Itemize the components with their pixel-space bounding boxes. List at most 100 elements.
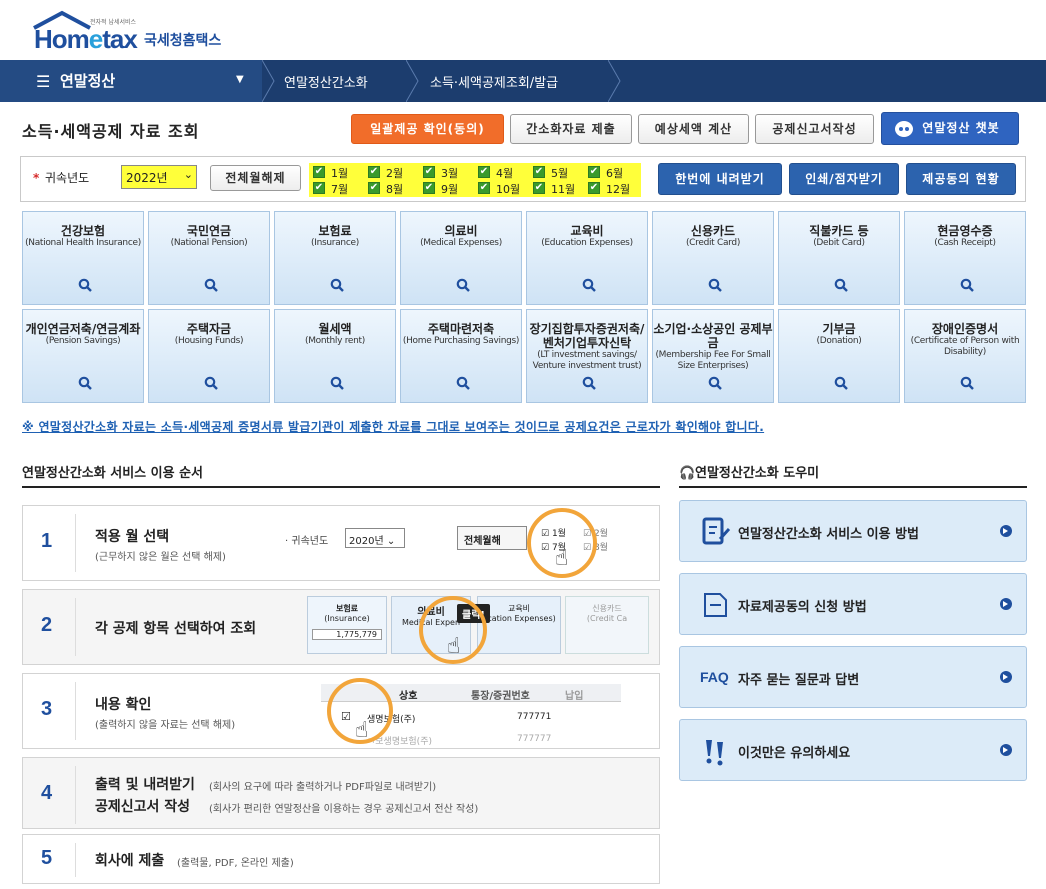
breadcrumb-deduction-query[interactable]: 소득·세액공제조회/발급 [430, 72, 558, 91]
print-braille-button[interactable]: 인쇄/점자받기 [789, 163, 899, 195]
breadcrumb-separator-icon [406, 60, 419, 102]
step-3: 3 내용 확인 (출력하지 않을 자료는 선택 해제) 상호 통장/증권번호 납… [22, 673, 660, 749]
helper-cautions[interactable]: 이것만은 유의하세요 [679, 719, 1027, 781]
illus-cat-title: 보험료 [335, 604, 359, 613]
exclamation-icon [706, 740, 723, 766]
category-tile[interactable]: 보험료 (Insurance) [274, 211, 396, 305]
bullet-icon: · [285, 536, 289, 547]
category-tile[interactable]: 건강보험 (National Health Insurance) [22, 211, 144, 305]
consent-status-button[interactable]: 제공동의 현황 [906, 163, 1016, 195]
arrow-right-circle-icon [1000, 671, 1012, 683]
category-tile[interactable]: 장애인증명서 (Certificate of Person with Disabi… [904, 309, 1026, 403]
helper-label: 연말정산간소화 서비스 이용 방법 [738, 527, 920, 542]
illus-row-account: 777771 [517, 712, 552, 722]
submit-simplified-button[interactable]: 간소화자료 제출 [510, 114, 632, 144]
illus-col-paid: 납입 [565, 691, 584, 702]
helper-title: 🎧연말정산간소화 도우미 [679, 462, 819, 481]
checkbox-checked-icon: ✔ [368, 182, 380, 194]
month-checkbox[interactable]: ✔ 12월 [584, 180, 638, 196]
month-label: 9월 [441, 183, 459, 196]
page-title: 소득·세액공제 자료 조회 [22, 122, 200, 141]
deduction-report-button[interactable]: 공제신고서작성 [755, 114, 874, 144]
month-checkbox[interactable]: ✔ 9월 [419, 180, 473, 196]
category-tile[interactable]: 주택마련저축 (Home Purchasing Savings) [400, 309, 522, 403]
category-subtitle: (Donation) [816, 336, 862, 346]
helper-usage-guide[interactable]: 연말정산간소화 서비스 이용 방법 [679, 500, 1027, 562]
category-tile[interactable]: 신용카드 (Credit Card) [652, 211, 774, 305]
hometax-logo[interactable]: 전자적 납세서비스 Hometax 국세청홈택스 [32, 10, 232, 54]
breadcrumb-separator-icon [262, 60, 275, 102]
step-title: 회사에 제출 [95, 853, 165, 869]
step-subtitle: (근무하지 않은 월은 선택 해제) [95, 552, 226, 563]
year-select[interactable]: 2022년 ⌄ [121, 165, 197, 189]
illus-year-label: · 귀속년도 [285, 532, 328, 547]
notice-text[interactable]: ※ 연말정산간소화 자료는 소득·세액공제 증명서류 발급기관이 제출한 자료를… [22, 418, 764, 435]
chatbot-button[interactable]: 연말정산 챗봇 [881, 112, 1019, 145]
month-checkbox[interactable]: ✔ 3월 [419, 164, 473, 180]
illus-cat-title: 교육비 [507, 604, 531, 613]
arrow-right-circle-icon [1000, 744, 1012, 756]
illus-row-account: 777777 [517, 734, 552, 744]
illus-cat-en: (Credit Ca [586, 614, 628, 623]
month-checkbox[interactable]: ✔ 5월 [529, 164, 583, 180]
menu-dropdown[interactable]: ☰ 연말정산 ▼ [0, 60, 262, 102]
category-tile[interactable]: 개인연금저축/연금계좌 (Pension Savings) [22, 309, 144, 403]
illus-cat-title: 신용카드 [592, 604, 622, 613]
category-subtitle: (Monthly rent) [305, 336, 365, 346]
breadcrumb-separator-icon [608, 60, 621, 102]
step-title: 적용 월 선택 [95, 529, 170, 545]
month-label: 5월 [551, 167, 569, 180]
month-label: 8월 [386, 183, 404, 196]
category-subtitle: (Home Purchasing Savings) [402, 336, 520, 346]
checkbox-checked-icon: ✔ [588, 182, 600, 194]
category-tile[interactable]: 월세액 (Monthly rent) [274, 309, 396, 403]
category-tile[interactable]: 주택자금 (Housing Funds) [148, 309, 270, 403]
month-checkbox[interactable]: ✔ 11월 [529, 180, 583, 196]
category-tile[interactable]: 국민연금 (National Pension) [148, 211, 270, 305]
step-5: 5 회사에 제출 (출력물, PDF, 온라인 제출) [22, 834, 660, 884]
month-checkbox[interactable]: ✔ 1월 [309, 164, 363, 180]
download-all-button[interactable]: 한번에 내려받기 [658, 163, 782, 195]
nav-bar: ☰ 연말정산 ▼ 연말정산간소화 소득·세액공제조회/발급 [0, 60, 1046, 102]
hand-pointer-icon: ☝ [555, 546, 569, 571]
category-subtitle: (Membership Fee For Small Size Enterpris… [655, 350, 771, 371]
step-title: 각 공제 항목 선택하여 조회 [95, 621, 257, 637]
step-divider [75, 843, 76, 877]
category-title: 건강보험 [60, 224, 106, 238]
document-icon [704, 593, 727, 617]
required-mark: * [33, 171, 40, 185]
category-tile[interactable]: 의료비 (Medical Expenses) [400, 211, 522, 305]
step-divider [75, 682, 76, 740]
month-checkbox[interactable]: ✔ 8월 [364, 180, 418, 196]
category-title: 신용카드 [690, 224, 736, 238]
category-tile[interactable]: 교육비 (Education Expenses) [526, 211, 648, 305]
category-tile[interactable]: 직불카드 등 (Debit Card) [778, 211, 900, 305]
helper-faq[interactable]: FAQ 자주 묻는 질문과 답변 [679, 646, 1027, 708]
month-checkbox[interactable]: ✔ 7월 [309, 180, 363, 196]
arrow-right-circle-icon [1000, 598, 1012, 610]
helper-label: 자주 묻는 질문과 답변 [738, 673, 860, 688]
category-tile[interactable]: 현금영수증 (Cash Receipt) [904, 211, 1026, 305]
clear-all-months-button[interactable]: 전체월해제 [210, 165, 301, 191]
step-number: 4 [41, 782, 53, 804]
helper-consent-guide[interactable]: 자료제공동의 신청 방법 [679, 573, 1027, 635]
illus-year-value: 2020년 [349, 536, 384, 547]
month-label: 1월 [331, 167, 349, 180]
month-checkbox[interactable]: ✔ 10월 [474, 180, 528, 196]
logo-word-c: tax [102, 24, 138, 54]
estimate-tax-button[interactable]: 예상세액 계산 [638, 114, 749, 144]
month-checkbox[interactable]: ✔ 4월 [474, 164, 528, 180]
category-tile[interactable]: 소기업·소상공인 공제부금 (Membership Fee For Small S… [652, 309, 774, 403]
consent-button[interactable]: 일괄제공 확인(동의) [351, 114, 504, 144]
breadcrumb-year-end[interactable]: 연말정산간소화 [284, 72, 368, 91]
category-tile[interactable]: 장기집합투자증권저축/벤처기업투자신탁 (LT investment saving… [526, 309, 648, 403]
helper-divider [679, 486, 1027, 488]
illus-clear-button: 전체월해 [457, 526, 527, 550]
step-number: 2 [41, 614, 53, 636]
category-title: 직불카드 등 [809, 224, 869, 238]
month-checkbox[interactable]: ✔ 6월 [584, 164, 638, 180]
month-checkbox[interactable]: ✔ 2월 [364, 164, 418, 180]
category-tile[interactable]: 기부금 (Donation) [778, 309, 900, 403]
menu-label: 연말정산 [60, 72, 116, 90]
illus-cat-insurance: 보험료 (Insurance) 1,775,779 [307, 596, 387, 654]
